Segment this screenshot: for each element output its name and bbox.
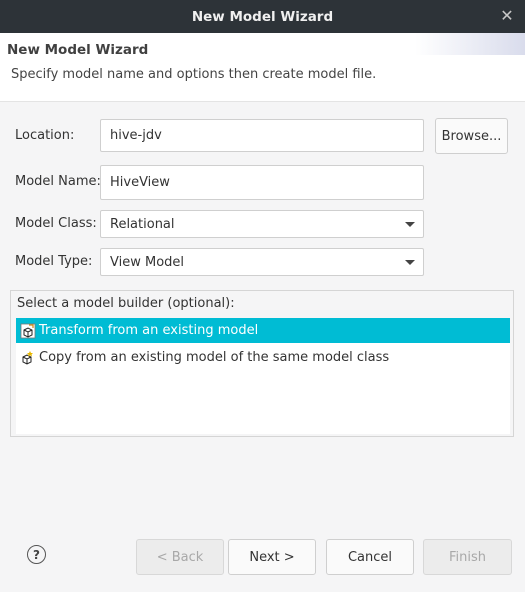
transform-icon <box>20 323 36 338</box>
model-builder-title: Select a model builder (optional): <box>17 296 235 311</box>
back-button[interactable]: < Back <box>136 539 224 575</box>
model-name-field[interactable]: HiveView <box>100 165 424 200</box>
model-builder-group: Select a model builder (optional): Trans… <box>10 290 514 437</box>
header-banner-graphic <box>415 33 525 55</box>
model-type-dropdown[interactable]: View Model <box>100 248 424 276</box>
list-item-label: Copy from an existing model of the same … <box>39 350 390 365</box>
list-item-transform[interactable]: Transform from an existing model <box>16 318 510 343</box>
window-title: New Model Wizard <box>191 8 334 25</box>
model-class-value: Relational <box>110 216 175 232</box>
copy-model-icon <box>22 350 33 365</box>
cancel-button[interactable]: Cancel <box>326 539 414 575</box>
chevron-down-icon <box>405 260 415 265</box>
help-icon[interactable]: ? <box>27 545 46 564</box>
wizard-page-description: Specify model name and options then crea… <box>11 67 377 82</box>
wizard-header: New Model Wizard Specify model name and … <box>0 33 525 102</box>
model-type-label: Model Type: <box>15 254 93 269</box>
model-type-value: View Model <box>110 254 185 270</box>
model-class-dropdown[interactable]: Relational <box>100 210 424 238</box>
model-builder-list[interactable]: Transform from an existing model Copy fr… <box>16 318 510 434</box>
list-item-copy[interactable]: Copy from an existing model of the same … <box>16 345 510 370</box>
next-button[interactable]: Next > <box>228 539 316 575</box>
finish-button[interactable]: Finish <box>423 539 512 575</box>
location-value: hive-jdv <box>110 128 162 143</box>
close-icon[interactable]: ✕ <box>499 8 515 24</box>
location-label: Location: <box>15 128 75 143</box>
list-item-label: Transform from an existing model <box>39 323 259 338</box>
browse-button[interactable]: Browse... <box>435 118 508 154</box>
location-field[interactable]: hive-jdv <box>100 119 424 152</box>
model-name-value: HiveView <box>110 175 170 190</box>
title-bar: New Model Wizard ✕ <box>0 0 525 33</box>
model-class-label: Model Class: <box>15 216 97 231</box>
model-name-label: Model Name: <box>15 174 101 189</box>
chevron-down-icon <box>405 222 415 227</box>
wizard-page-title: New Model Wizard <box>7 42 149 58</box>
